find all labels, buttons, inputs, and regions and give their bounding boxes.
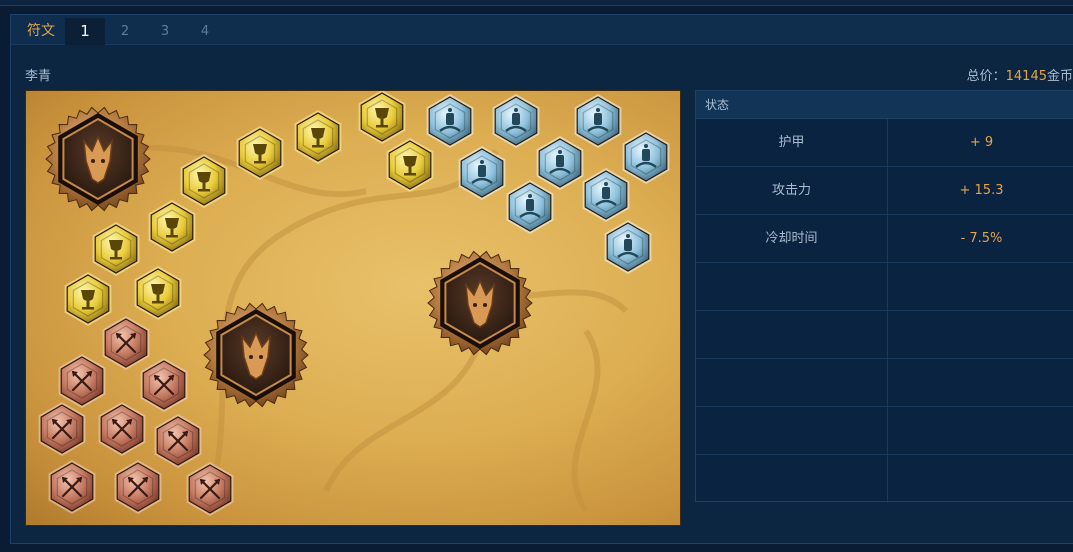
stat-name: 冷却时间	[765, 231, 818, 246]
mark-rune-slot[interactable]	[154, 414, 202, 468]
seal-rune-slot[interactable]	[64, 272, 112, 326]
stats-row: 冷却时间 - 7.5%	[696, 215, 1073, 263]
total-cost-label: 总价：	[966, 69, 1006, 84]
champion-name: 李青	[25, 69, 52, 84]
glyph-rune-slot[interactable]	[536, 136, 584, 190]
mark-rune-slot[interactable]	[102, 316, 150, 370]
mark-rune-slot[interactable]	[98, 402, 146, 456]
total-cost: 总价：14145金币	[967, 65, 1073, 84]
top-border	[0, 0, 1073, 6]
glyph-rune-slot[interactable]	[458, 146, 506, 200]
tab-page-3[interactable]: 3	[145, 18, 185, 45]
glyph-rune-slot[interactable]	[492, 94, 540, 148]
mark-rune-slot[interactable]	[186, 462, 234, 516]
stats-row	[696, 407, 1073, 455]
tab-bar: 符文 1 2 3 4	[11, 15, 1073, 45]
glyph-rune-slot[interactable]	[506, 180, 554, 234]
quintessence-rune-slot[interactable]	[427, 250, 533, 356]
seal-rune-slot[interactable]	[386, 138, 434, 192]
stat-value: + 15.3	[959, 183, 1004, 198]
mark-rune-slot[interactable]	[38, 402, 86, 456]
mark-rune-slot[interactable]	[114, 460, 162, 514]
seal-rune-slot[interactable]	[134, 266, 182, 320]
seal-rune-slot[interactable]	[236, 126, 284, 180]
stats-row	[696, 311, 1073, 359]
glyph-rune-slot[interactable]	[582, 168, 630, 222]
mark-rune-slot[interactable]	[140, 358, 188, 412]
glyph-rune-slot[interactable]	[622, 130, 670, 184]
stat-name: 攻击力	[771, 183, 811, 198]
stat-value: + 9	[969, 135, 994, 150]
rune-board	[25, 90, 681, 526]
tab-label-runes: 符文	[27, 23, 55, 39]
quintessence-rune-slot[interactable]	[45, 106, 151, 212]
stats-row	[696, 455, 1073, 503]
tab-page-4[interactable]: 4	[185, 18, 225, 45]
stat-value: - 7.5%	[960, 231, 1003, 246]
seal-rune-slot[interactable]	[148, 200, 196, 254]
total-cost-value: 14145	[1005, 69, 1047, 84]
seal-rune-slot[interactable]	[92, 222, 140, 276]
stats-row	[696, 263, 1073, 311]
stats-row: 护甲 + 9	[696, 119, 1073, 167]
seal-rune-slot[interactable]	[294, 110, 342, 164]
tab-page-1[interactable]: 1	[65, 18, 105, 45]
stat-name: 护甲	[778, 135, 805, 150]
glyph-rune-slot[interactable]	[604, 220, 652, 274]
tab-page-2[interactable]: 2	[105, 18, 145, 45]
total-cost-unit: 金币	[1046, 69, 1073, 84]
stats-table: 状态 护甲 + 9 攻击力 + 15.3 冷却时间 - 7.5%	[695, 90, 1073, 503]
stats-row: 攻击力 + 15.3	[696, 167, 1073, 215]
glyph-rune-slot[interactable]	[426, 94, 474, 148]
seal-rune-slot[interactable]	[358, 91, 406, 144]
mark-rune-slot[interactable]	[58, 354, 106, 408]
glyph-rune-slot[interactable]	[574, 94, 622, 148]
stats-row	[696, 359, 1073, 407]
stats-header: 状态	[696, 91, 1073, 119]
rune-panel: 符文 1 2 3 4 李青 总价：14145金币 状态 护甲 + 9 攻击力 +…	[10, 14, 1073, 544]
rune-board-canvas	[38, 91, 670, 516]
mark-rune-slot[interactable]	[48, 460, 96, 514]
